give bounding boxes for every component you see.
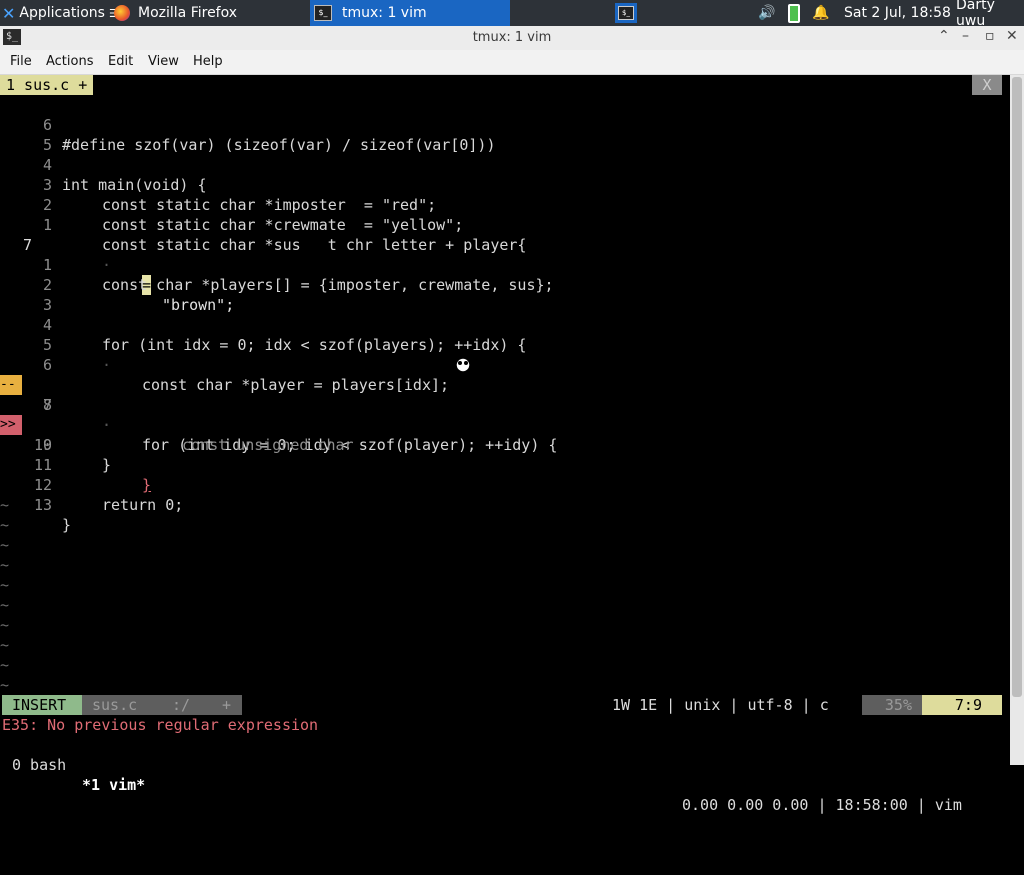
taskbar-firefox[interactable]: Mozilla Firefox xyxy=(110,0,306,26)
vim-statusline: INSERT sus.c :/ + 1W 1E | unix | utf-8 |… xyxy=(0,695,1010,715)
menu-edit[interactable]: Edit xyxy=(108,54,133,69)
file-info: 1W 1E | unix | utf-8 | c xyxy=(612,696,829,714)
empty-line-marker: ~ xyxy=(0,516,10,534)
code-line: 8 · const unsigned char xyxy=(0,375,1010,454)
code-line: 3 xyxy=(0,275,1010,314)
workspace-button[interactable]: $_ xyxy=(610,0,642,26)
code-line: -- 7 · for (int idy = 0; idy < szof(play… xyxy=(0,375,558,454)
notification-bell-icon[interactable]: 🔔 xyxy=(812,0,829,26)
empty-line-marker: ~ xyxy=(0,536,10,554)
code-line: 13 } xyxy=(0,475,1010,534)
code-line: 5 · const char *player = players[idx]; xyxy=(0,315,1010,394)
code-line: 6 xyxy=(0,335,1010,374)
battery-icon[interactable] xyxy=(788,0,800,26)
code-text: return 0; xyxy=(102,496,184,514)
empty-line-marker: ~ xyxy=(0,616,10,634)
empty-line-marker: ~ xyxy=(0,636,10,654)
tmux-window-vim[interactable]: *1 vim* xyxy=(82,775,145,795)
menu-help[interactable]: Help xyxy=(193,54,223,69)
terminal-icon: $_ xyxy=(314,5,332,21)
empty-line-marker: ~ xyxy=(0,676,10,694)
firefox-icon xyxy=(114,5,130,21)
terminal[interactable]: 1 sus.c + X 6 #define szof(var) (sizeof(… xyxy=(0,75,1024,814)
code-line: 1 const char *players[] = {imposter, cre… xyxy=(0,235,1010,294)
empty-line-marker: ~ xyxy=(0,496,10,514)
empty-line-marker: ~ xyxy=(0,556,10,574)
tmux-label: tmux: 1 vim xyxy=(342,5,427,21)
code-line: 1 const static char *sus t chr letter + … xyxy=(0,195,1010,254)
tab-close-button[interactable]: X xyxy=(972,75,1002,95)
mode-indicator: INSERT xyxy=(2,695,82,715)
scrollbar-thumb[interactable] xyxy=(1012,77,1022,697)
scroll-percent: 35% xyxy=(862,695,922,715)
modified-indicator: + xyxy=(212,695,242,715)
window-titlebar[interactable]: $_ tmux: 1 vim ⌃ – ▫ ✕ xyxy=(0,26,1024,50)
close-icon[interactable]: ✕ xyxy=(1006,28,1018,44)
filename: sus.c xyxy=(82,695,162,715)
menu-file[interactable]: File xyxy=(10,54,32,69)
mouse-cursor-icon xyxy=(452,355,474,375)
tmux-status-right: 0.00 0.00 0.00 | 18:58:00 | vim xyxy=(682,796,962,814)
code-line: >> 9 · } xyxy=(0,415,152,494)
code-line: 2 xyxy=(0,255,1010,294)
clock[interactable]: Sat 2 Jul, 18:58 xyxy=(844,0,951,26)
empty-line-marker: ~ xyxy=(0,656,10,674)
vim-tabline: 1 sus.c + X xyxy=(0,75,1010,95)
code-line: 12 return 0; xyxy=(0,455,1010,514)
error-message: E35: No previous regular expression xyxy=(2,716,319,734)
cursor-position: 7:9 xyxy=(922,695,1002,715)
empty-line-marker: ~ xyxy=(0,596,10,614)
code-line: 6 #define szof(var) (sizeof(var) / sizeo… xyxy=(0,95,1010,154)
code-line: 4 for (int idx = 0; idx < szof(players);… xyxy=(0,295,1010,354)
taskbar-tmux[interactable]: $_ tmux: 1 vim xyxy=(310,0,510,26)
maximize-icon[interactable]: ▫ xyxy=(985,28,995,44)
window-title: tmux: 1 vim xyxy=(472,30,552,45)
line-number: 13 xyxy=(33,496,52,514)
code-line: 10 } xyxy=(0,415,1010,474)
firefox-label: Mozilla Firefox xyxy=(138,5,238,21)
minimize-icon[interactable]: – xyxy=(962,28,969,44)
applications-label: Applications xyxy=(19,5,105,21)
volume-icon[interactable]: 🔊 xyxy=(758,0,775,26)
code-text: } xyxy=(62,516,72,534)
top-panel: ✕ Applications ☰ Mozilla Firefox $_ tmux… xyxy=(0,0,1024,29)
code-line: 3 const static char *imposter = "red"; xyxy=(0,155,1010,214)
menu-view[interactable]: View xyxy=(148,54,179,69)
code-line-current: 7 · = "brown"; xyxy=(0,215,1010,314)
code-line: 11 xyxy=(0,435,1010,474)
tmux-window-bash[interactable]: 0 bash xyxy=(12,755,66,775)
empty-line-marker: ~ xyxy=(0,576,10,594)
tmux-statusbar: 0 bash *1 vim* 0.00 0.00 0.00 | 18:58:00… xyxy=(0,735,1010,814)
terminal-icon: $_ xyxy=(618,6,634,20)
vim-tab[interactable]: 1 sus.c + xyxy=(0,75,94,95)
menu-bar: File Actions Edit View Help xyxy=(0,50,1024,75)
user-name[interactable]: Darty uwu xyxy=(956,0,1024,29)
code-line: 5 xyxy=(0,115,1010,154)
code-line: 4 int main(void) { xyxy=(0,135,1010,194)
code-line: 2 const static char *crewmate = "yellow"… xyxy=(0,175,1010,234)
menu-actions[interactable]: Actions xyxy=(46,54,94,69)
xfce-icon: ✕ xyxy=(2,3,16,23)
roll-up-icon[interactable]: ⌃ xyxy=(938,28,950,44)
applications-menu[interactable]: ✕ Applications ☰ xyxy=(2,0,119,26)
path-indicator: :/ xyxy=(162,695,212,715)
